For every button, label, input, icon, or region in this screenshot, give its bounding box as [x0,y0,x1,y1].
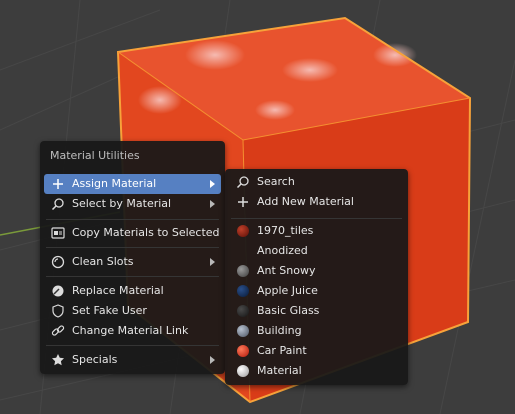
material-utilities-menu: Material Utilities Assign Material Selec… [40,141,225,374]
material-label: Basic Glass [257,304,320,317]
material-item-ant-snowy[interactable]: Ant Snowy [229,261,404,281]
material-preview-icon [235,283,251,299]
specials-item[interactable]: Specials [44,350,221,370]
clean-slots-label: Clean Slots [72,255,134,268]
replace-material-icon [50,283,66,299]
plus-icon [50,176,66,192]
search-item[interactable]: Search [229,172,404,192]
material-label: Building [257,324,302,337]
menu-title: Material Utilities [50,149,140,162]
clean-slots-icon [50,254,66,270]
add-new-material-item[interactable]: Add New Material [229,192,404,212]
menu-separator [231,218,402,219]
material-label: Apple Juice [257,284,318,297]
add-new-material-label: Add New Material [257,195,354,208]
material-item-1970-tiles[interactable]: 1970_tiles [229,221,404,241]
material-item-basic-glass[interactable]: Basic Glass [229,301,404,321]
material-item-material[interactable]: Material [229,361,404,381]
material-item-apple-juice[interactable]: Apple Juice [229,281,404,301]
search-label: Search [257,175,295,188]
material-label: Anodized [257,244,308,257]
clean-slots-item[interactable]: Clean Slots [44,252,221,272]
menu-separator [46,345,219,346]
link-icon [50,323,66,339]
assign-material-item[interactable]: Assign Material [44,174,221,194]
menu-separator [46,247,219,248]
menu-separator [46,219,219,220]
material-preview-icon [235,363,251,379]
material-preview-icon [235,243,251,259]
material-label: Material [257,364,302,377]
material-item-anodized[interactable]: Anodized [229,241,404,261]
material-preview-icon [235,343,251,359]
material-label: 1970_tiles [257,224,314,237]
specials-label: Specials [72,353,118,366]
material-item-building[interactable]: Building [229,321,404,341]
set-fake-user-item[interactable]: Set Fake User [44,301,221,321]
submenu-arrow-icon [210,258,215,266]
material-item-car-paint[interactable]: Car Paint [229,341,404,361]
magnifier-icon [50,196,66,212]
shield-icon [50,303,66,319]
replace-material-item[interactable]: Replace Material [44,281,221,301]
set-fake-user-label: Set Fake User [72,304,147,317]
search-icon [235,174,251,190]
select-by-material-item[interactable]: Select by Material [44,194,221,214]
material-preview-icon [235,263,251,279]
submenu-arrow-icon [210,180,215,188]
assign-material-label: Assign Material [72,177,157,190]
replace-material-label: Replace Material [72,284,164,297]
material-label: Ant Snowy [257,264,316,277]
star-icon [50,352,66,368]
material-preview-icon [235,323,251,339]
change-material-link-item[interactable]: Change Material Link [44,321,221,341]
select-by-material-label: Select by Material [72,197,172,210]
material-preview-icon [235,223,251,239]
change-material-link-label: Change Material Link [72,324,189,337]
plus-icon [235,194,251,210]
copy-materials-item[interactable]: Copy Materials to Selected [44,223,221,243]
copy-materials-label: Copy Materials to Selected [72,226,220,239]
submenu-arrow-icon [210,356,215,364]
assign-material-submenu: Search Add New Material 1970_tiles Anodi… [225,169,408,385]
copy-materials-icon [50,225,66,241]
material-preview-icon [235,303,251,319]
submenu-arrow-icon [210,200,215,208]
menu-separator [46,276,219,277]
material-label: Car Paint [257,344,307,357]
